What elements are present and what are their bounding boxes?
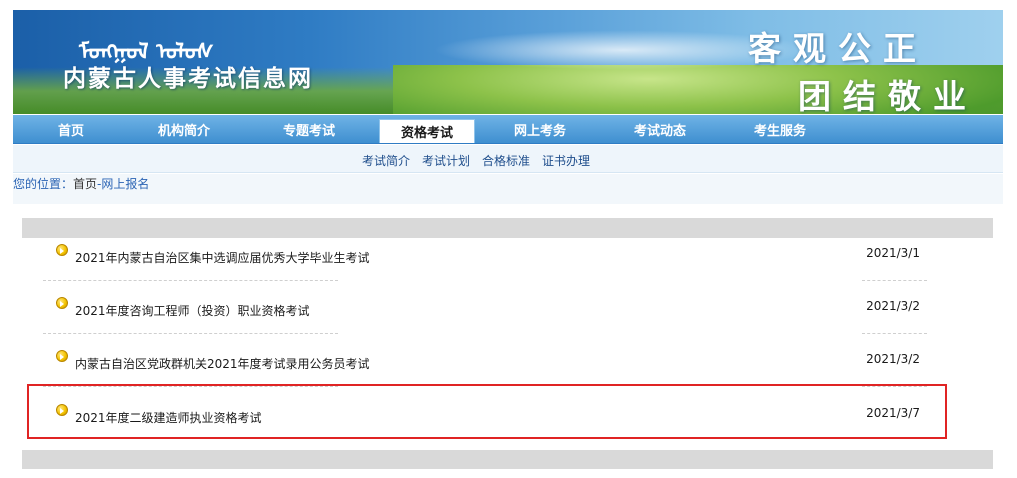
site-banner: ᠮᠣᠩᠭᠣᠯ ᠤᠯᠤᠰ 内蒙古人事考试信息网 客观公正 团结敬业: [13, 10, 1003, 114]
breadcrumb-home-link[interactable]: 首页: [73, 177, 97, 191]
nav-item-candidate-services[interactable]: 考生服务: [715, 115, 845, 143]
nav-item-home[interactable]: 首页: [13, 115, 129, 143]
breadcrumb: 您的位置：首页-网上报名: [13, 174, 1003, 204]
slogan-line-2: 团结敬业: [798, 77, 978, 114]
main-nav: 首页 机构简介 专题考试 资格考试 网上考务 考试动态 考生服务: [13, 115, 1003, 144]
list-item-title[interactable]: 2021年度咨询工程师（投资）职业资格考试: [75, 302, 310, 319]
nav-item-online-affairs[interactable]: 网上考务: [475, 115, 605, 143]
list-item: 2021年内蒙古自治区集中选调应届优秀大学毕业生考试 2021/3/1: [22, 238, 993, 292]
slogan-line-1: 客观公正: [748, 29, 928, 68]
list-item-date: 2021/3/1: [866, 246, 920, 260]
subnav-exam-intro[interactable]: 考试简介: [362, 152, 410, 169]
nav-item-about[interactable]: 机构简介: [129, 115, 239, 143]
subnav-certificate[interactable]: 证书办理: [542, 152, 590, 169]
nav-item-special-exams[interactable]: 专题考试: [239, 115, 379, 143]
site-title: 内蒙古人事考试信息网: [63, 66, 313, 92]
row-divider: [43, 280, 338, 281]
subnav-exam-plan[interactable]: 考试计划: [422, 152, 470, 169]
sub-nav: 考试简介 考试计划 合格标准 证书办理: [13, 145, 1003, 173]
arrow-bullet-icon: [56, 350, 68, 362]
list-item-title[interactable]: 2021年内蒙古自治区集中选调应届优秀大学毕业生考试: [75, 249, 370, 266]
row-divider: [43, 333, 338, 334]
subnav-pass-standard[interactable]: 合格标准: [482, 152, 530, 169]
nav-item-qualification-exams[interactable]: 资格考试: [379, 119, 475, 143]
list-item-date: 2021/3/2: [866, 299, 920, 313]
list-footer-bar: [22, 450, 993, 469]
list-item-title[interactable]: 内蒙古自治区党政群机关2021年度考试录用公务员考试: [75, 355, 370, 372]
list-item-date: 2021/3/2: [866, 352, 920, 366]
arrow-bullet-icon: [56, 244, 68, 256]
breadcrumb-label: 您的位置：: [13, 177, 74, 191]
arrow-bullet-icon: [56, 297, 68, 309]
highlight-annotation-box: [27, 384, 947, 439]
list-header-bar: [22, 218, 993, 238]
row-divider: [862, 280, 927, 281]
nav-item-exam-news[interactable]: 考试动态: [605, 115, 715, 143]
breadcrumb-current[interactable]: -网上报名: [97, 177, 149, 191]
row-divider: [862, 333, 927, 334]
list-item: 2021年度咨询工程师（投资）职业资格考试 2021/3/2: [22, 291, 993, 345]
